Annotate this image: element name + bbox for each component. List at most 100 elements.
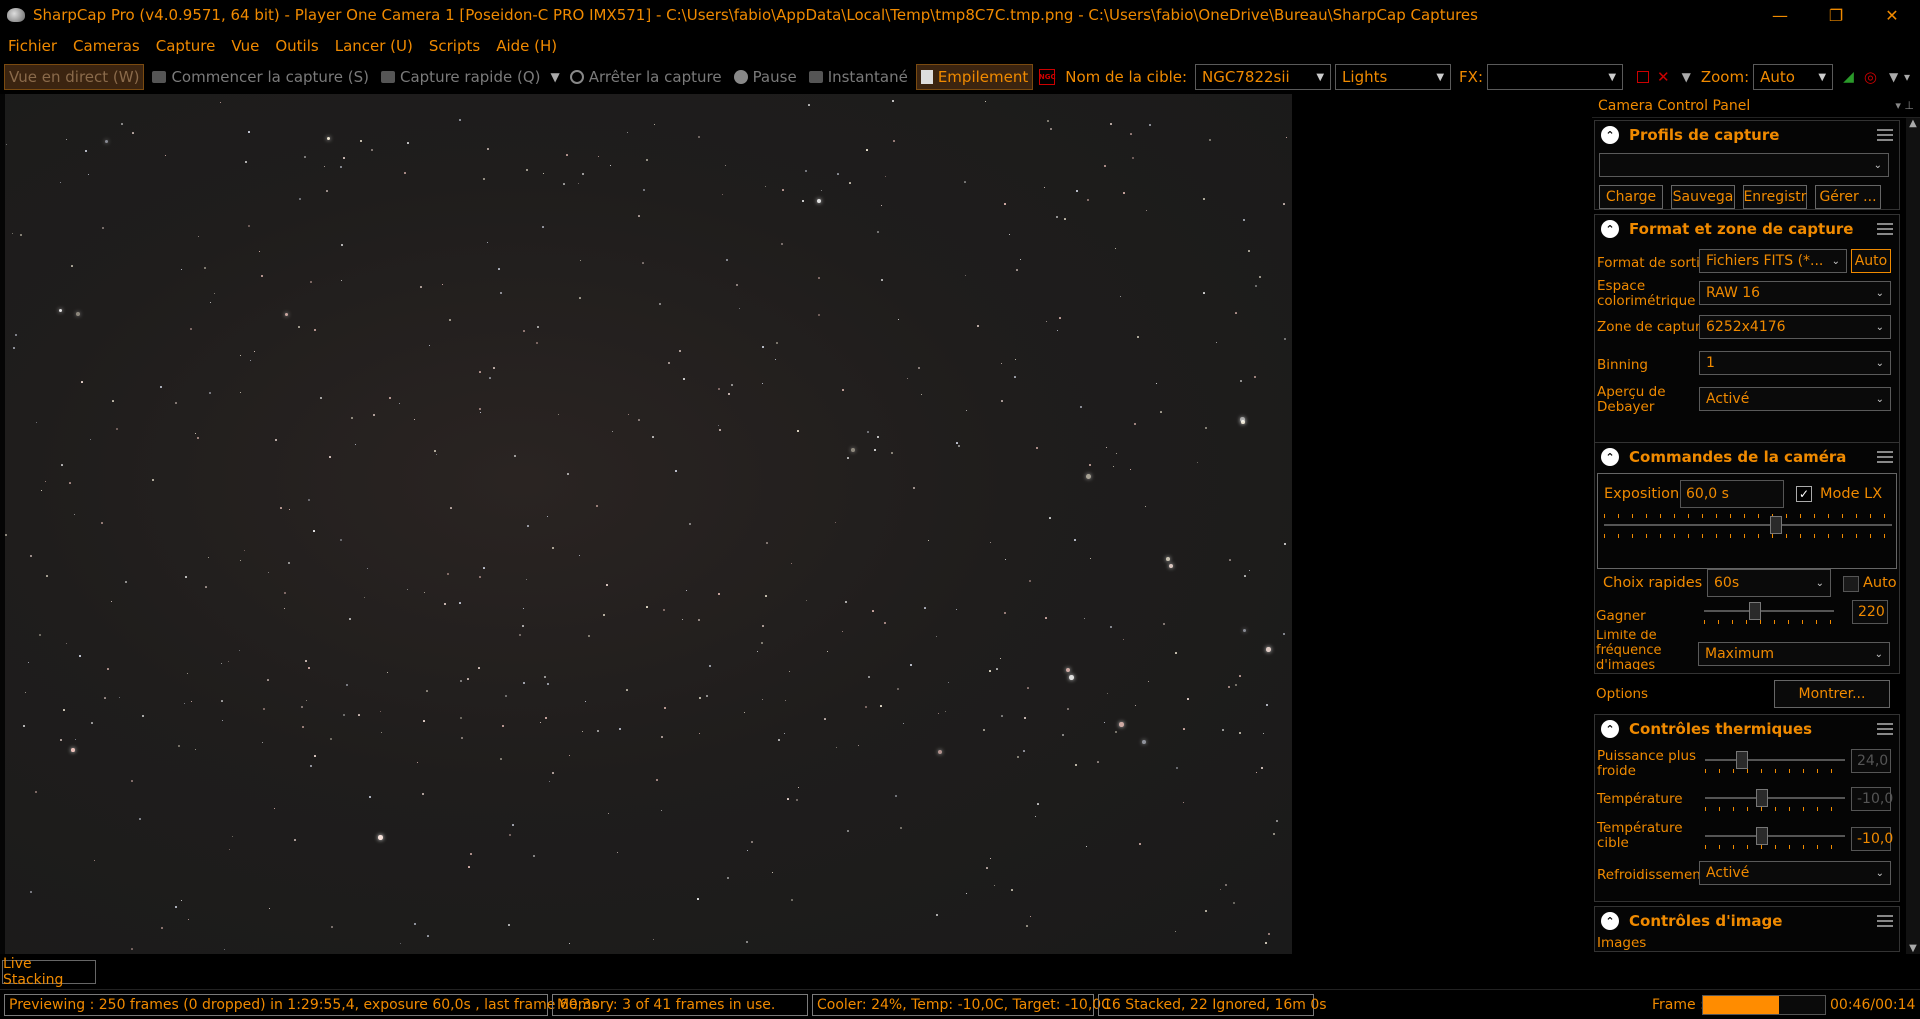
menu-fichier[interactable]: Fichier [0,37,65,55]
menu-scripts[interactable]: Scripts [421,37,488,55]
focus-target-icon[interactable]: ◎ [1864,68,1877,86]
section-menu-icon[interactable] [1877,223,1893,235]
scroll-up-icon[interactable]: ▲ [1906,118,1920,129]
tools-dropdown-icon[interactable]: ▼ [1889,70,1898,84]
section-menu-icon[interactable] [1877,723,1893,735]
section-menu-icon[interactable] [1877,451,1893,463]
slider-thumb[interactable] [1756,827,1768,845]
target-temp-input[interactable]: -10,0 [1851,827,1893,851]
camera-controls-title: Commandes de la caméra [1629,448,1847,466]
star [966,893,968,895]
star [105,140,109,144]
pin-icon[interactable]: ▾ ⊥ [1895,99,1914,112]
exposure-label: Exposition [1604,485,1680,502]
star [131,948,133,950]
roi-select[interactable]: 6252x4176 ⌄ [1699,315,1891,339]
collapse-icon[interactable]: ⌃ [1601,126,1619,144]
image-viewer[interactable] [0,94,1292,954]
collapse-icon[interactable]: ⌃ [1601,720,1619,738]
fx-combo[interactable]: ▼ [1487,64,1624,90]
quick-capture-button[interactable]: Capture rapide (Q) [377,64,545,90]
close-button[interactable]: ✕ [1864,0,1920,30]
target-name-combo[interactable]: NGC7822sii ▼ [1195,64,1332,90]
toolbar-overflow-icon[interactable]: ▾ [1904,70,1910,84]
live-stacking-tab[interactable]: Live Stacking [2,956,96,988]
restore-button[interactable]: ❐ [1808,0,1864,30]
collapse-icon[interactable]: ⌃ [1601,220,1619,238]
star [567,473,570,476]
star [214,293,215,294]
star [522,625,524,627]
colorspace-select[interactable]: RAW 16 ⌄ [1699,281,1891,305]
menu-outils[interactable]: Outils [267,37,326,55]
binning-select[interactable]: 1 ⌄ [1699,351,1891,375]
minimize-button[interactable]: — [1752,0,1808,30]
capture-profiles-header[interactable]: ⌃ Profils de capture [1595,121,1899,149]
show-options-button[interactable]: Montrer... [1774,680,1890,708]
star [30,891,33,894]
manage-profiles-button[interactable]: Gérer ... [1815,185,1881,209]
scroll-down-icon[interactable]: ▼ [1906,943,1920,954]
star [310,281,313,284]
overlay-dropdown-icon[interactable]: ▼ [1682,70,1691,84]
snapshot-button[interactable]: Instantané [805,64,912,90]
star [1056,216,1059,219]
star [355,444,357,446]
panel-scrollbar[interactable]: ▲ ▼ [1906,118,1920,954]
profile-select[interactable]: ⌄ [1599,153,1889,177]
output-format-select[interactable]: Fichiers FITS (*... ⌄ [1699,249,1847,273]
lx-mode-checkbox[interactable]: ✓ [1796,486,1812,502]
exposure-input[interactable]: 60,0 s [1680,480,1784,508]
start-capture-button[interactable]: Commencer la capture (S) [148,64,373,90]
star [762,383,764,385]
exposure-slider[interactable] [1604,514,1892,538]
menu-vue[interactable]: Vue [223,37,267,55]
debayer-select[interactable]: Activé ⌄ [1699,387,1891,411]
image-controls-header[interactable]: ⌃ Contrôles d'image [1595,907,1899,935]
gain-input[interactable]: 220 [1852,600,1888,624]
stacking-button[interactable]: Empilement [915,64,1034,90]
pause-button[interactable]: Pause [730,64,801,90]
menu-capture[interactable]: Capture [148,37,224,55]
slider-ticks [1705,845,1845,849]
fps-label: Limite de fréquence d'images [1596,630,1662,670]
star [5,534,8,537]
collapse-icon[interactable]: ⌃ [1601,448,1619,466]
collapse-icon[interactable]: ⌃ [1601,912,1619,930]
slider-thumb[interactable] [1749,602,1761,620]
target-temp-slider[interactable] [1705,825,1845,849]
quick-capture-dropdown-icon[interactable]: ▼ [551,70,560,84]
save-as-profile-button[interactable]: Enregistr [1743,185,1807,209]
menu-aide[interactable]: Aide (H) [488,37,565,55]
star [1248,250,1250,252]
star [478,667,480,669]
star [865,706,868,709]
frame-type-combo[interactable]: Lights ▼ [1335,64,1452,90]
menu-cameras[interactable]: Cameras [65,37,148,55]
gain-slider[interactable] [1704,600,1834,624]
histogram-icon[interactable]: ◢ [1843,69,1854,85]
thermal-header[interactable]: ⌃ Contrôles thermiques [1595,715,1899,743]
load-profile-button[interactable]: Charge [1599,185,1663,209]
quick-choice-select[interactable]: 60s ⌄ [1707,569,1831,597]
fps-select[interactable]: Maximum ⌄ [1698,642,1890,666]
menu-lancer[interactable]: Lancer (U) [327,37,421,55]
cooling-select[interactable]: Activé ⌄ [1699,861,1891,885]
section-menu-icon[interactable] [1877,915,1893,927]
crosshair-icon[interactable]: ✕ [1657,68,1670,86]
star [858,745,860,747]
roi-select-icon[interactable] [1637,71,1650,83]
ngc-icon[interactable]: NGC [1039,69,1056,85]
auto-exposure-checkbox[interactable] [1843,576,1859,592]
star [442,284,444,286]
camera-controls-header[interactable]: ⌃ Commandes de la caméra [1595,443,1899,471]
zoom-combo[interactable]: Auto ▼ [1753,64,1834,90]
live-view-button[interactable]: Vue en direct (W) [4,64,145,90]
auto-format-button[interactable]: Auto [1851,249,1891,273]
save-profile-button[interactable]: Sauvega [1671,185,1735,209]
stop-capture-button[interactable]: Arrêter la capture [566,64,726,90]
options-label: Options [1596,685,1649,702]
format-header[interactable]: ⌃ Format et zone de capture [1595,215,1899,243]
section-menu-icon[interactable] [1877,129,1893,141]
slider-thumb[interactable] [1770,516,1782,534]
